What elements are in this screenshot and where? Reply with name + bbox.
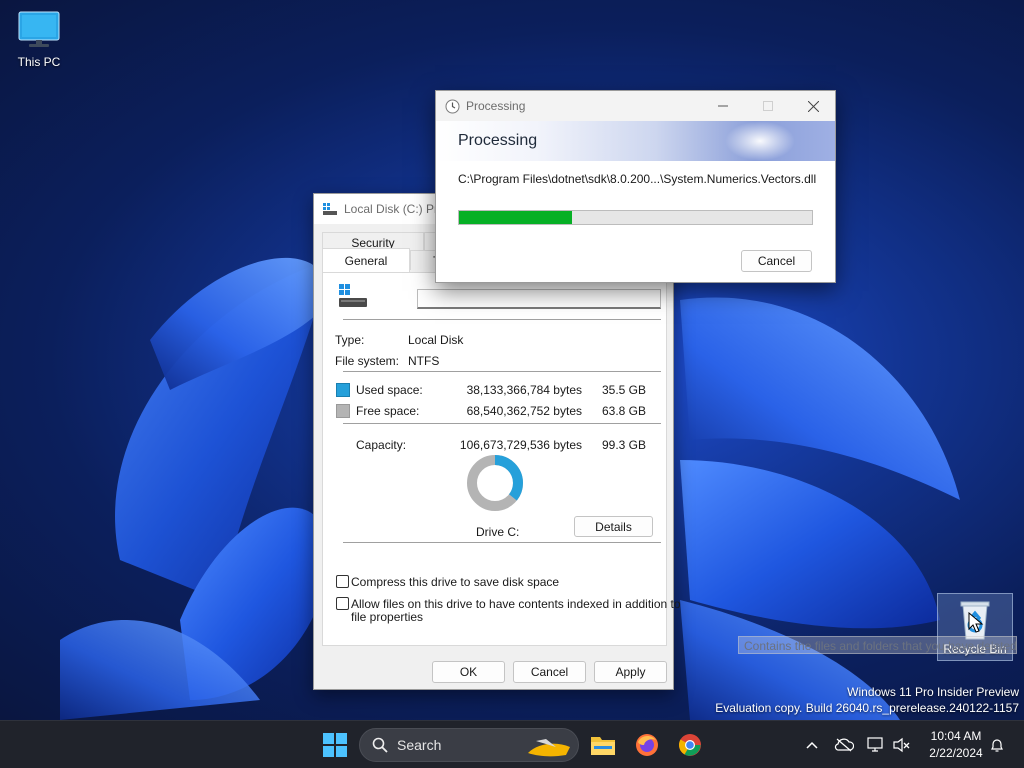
processing-heading: Processing — [458, 132, 538, 149]
taskbar: Search 10:04 AM 2/22/2024 — [0, 720, 1024, 768]
watermark-line1: Windows 11 Pro Insider Preview — [847, 685, 1019, 699]
tray-volume[interactable] — [887, 729, 917, 761]
volume-muted-icon — [893, 737, 910, 753]
drive-label: Drive C: — [476, 525, 520, 539]
folder-icon — [591, 737, 615, 755]
show-hidden-icons-button[interactable] — [797, 729, 827, 761]
index-checkbox[interactable] — [336, 597, 349, 610]
capacity-bytes: 106,673,729,536 bytes — [459, 438, 582, 452]
clock-icon — [445, 99, 460, 113]
divider — [343, 423, 661, 424]
maximize-icon — [763, 101, 773, 111]
taskbar-firefox[interactable] — [631, 729, 663, 761]
windows-logo-icon — [323, 733, 347, 757]
compress-label: Compress this drive to save disk space — [351, 575, 560, 589]
processing-window-title: Processing — [466, 99, 526, 113]
processing-file-path: C:\Program Files\dotnet\sdk\8.0.200...\S… — [458, 172, 817, 186]
search-highlight-icon — [528, 739, 570, 757]
compress-checkbox[interactable] — [336, 575, 349, 588]
free-space-bytes: 68,540,362,752 bytes — [466, 404, 582, 418]
free-space-gb: 63.8 GB — [601, 404, 646, 418]
used-space-bytes: 38,133,366,784 bytes — [466, 383, 582, 397]
free-space-swatch — [336, 404, 350, 418]
cancel-button[interactable]: Cancel — [513, 661, 586, 683]
type-value: Local Disk — [408, 333, 464, 347]
network-icon — [867, 737, 883, 752]
details-button[interactable]: Details — [574, 516, 653, 537]
tab-general[interactable]: General — [322, 248, 410, 272]
processing-dialog: Processing Processing C:\Program Files\d… — [435, 90, 836, 283]
close-icon — [807, 100, 819, 112]
processing-cancel-button[interactable]: Cancel — [741, 250, 812, 272]
used-space-label: Used space: — [356, 383, 423, 397]
maximize-button[interactable] — [745, 91, 791, 121]
type-label: Type: — [335, 333, 365, 347]
taskbar-chrome[interactable] — [674, 729, 706, 761]
close-button[interactable] — [790, 91, 836, 121]
minimize-icon — [718, 105, 728, 107]
apply-button[interactable]: Apply — [594, 661, 667, 683]
divider — [343, 319, 661, 320]
start-button[interactable] — [319, 729, 351, 761]
tray-cloud[interactable] — [829, 729, 859, 761]
drive-name-input[interactable] — [417, 289, 661, 309]
general-panel: Type: Local Disk File system: NTFS Used … — [322, 272, 681, 646]
used-space-swatch — [336, 383, 350, 397]
divider — [343, 542, 661, 543]
taskbar-file-explorer[interactable] — [587, 729, 619, 761]
minimize-button[interactable] — [700, 91, 746, 121]
notifications-button[interactable] — [984, 729, 1010, 761]
divider — [343, 371, 661, 372]
capacity-gb: 99.3 GB — [601, 438, 646, 452]
index-label-line1: Allow files on this drive to have conten… — [351, 597, 681, 611]
banner-glow — [725, 121, 795, 161]
filesystem-value: NTFS — [408, 354, 440, 368]
disk-usage-donut — [467, 455, 523, 511]
chevron-up-icon — [806, 741, 818, 749]
progress-bar-fill — [459, 211, 572, 224]
used-space-gb: 35.5 GB — [601, 383, 646, 397]
search-icon — [372, 737, 388, 753]
bell-icon — [991, 739, 1003, 752]
chrome-icon — [679, 734, 701, 756]
capacity-label: Capacity: — [356, 438, 407, 452]
progress-bar — [458, 210, 813, 225]
local-disk-icon — [339, 284, 367, 307]
clock-time[interactable]: 10:04 AM — [927, 729, 985, 743]
processing-banner: Processing — [436, 121, 835, 161]
watermark-line2: Evaluation copy. Build 26040.rs_prerelea… — [715, 701, 1019, 715]
drive-icon — [323, 203, 337, 215]
clock-date[interactable]: 2/22/2024 — [925, 746, 987, 760]
free-space-label: Free space: — [356, 404, 420, 418]
taskbar-search[interactable]: Search — [359, 728, 579, 762]
cloud-offline-icon — [834, 738, 854, 752]
search-placeholder: Search — [397, 737, 442, 753]
mouse-cursor-icon — [968, 612, 984, 633]
filesystem-label: File system: — [335, 354, 400, 368]
recycle-bin-tooltip: Contains the files and folders that you … — [738, 636, 1017, 654]
properties-title: Local Disk (C:) Pro — [344, 202, 445, 216]
firefox-icon — [636, 734, 658, 756]
desktop-icon-this-pc[interactable]: This PC — [1, 10, 77, 69]
index-label-line2: file properties — [351, 610, 424, 624]
monitor-icon — [18, 11, 60, 47]
ok-button[interactable]: OK — [432, 661, 505, 683]
desktop-icon-label: This PC — [17, 55, 61, 69]
